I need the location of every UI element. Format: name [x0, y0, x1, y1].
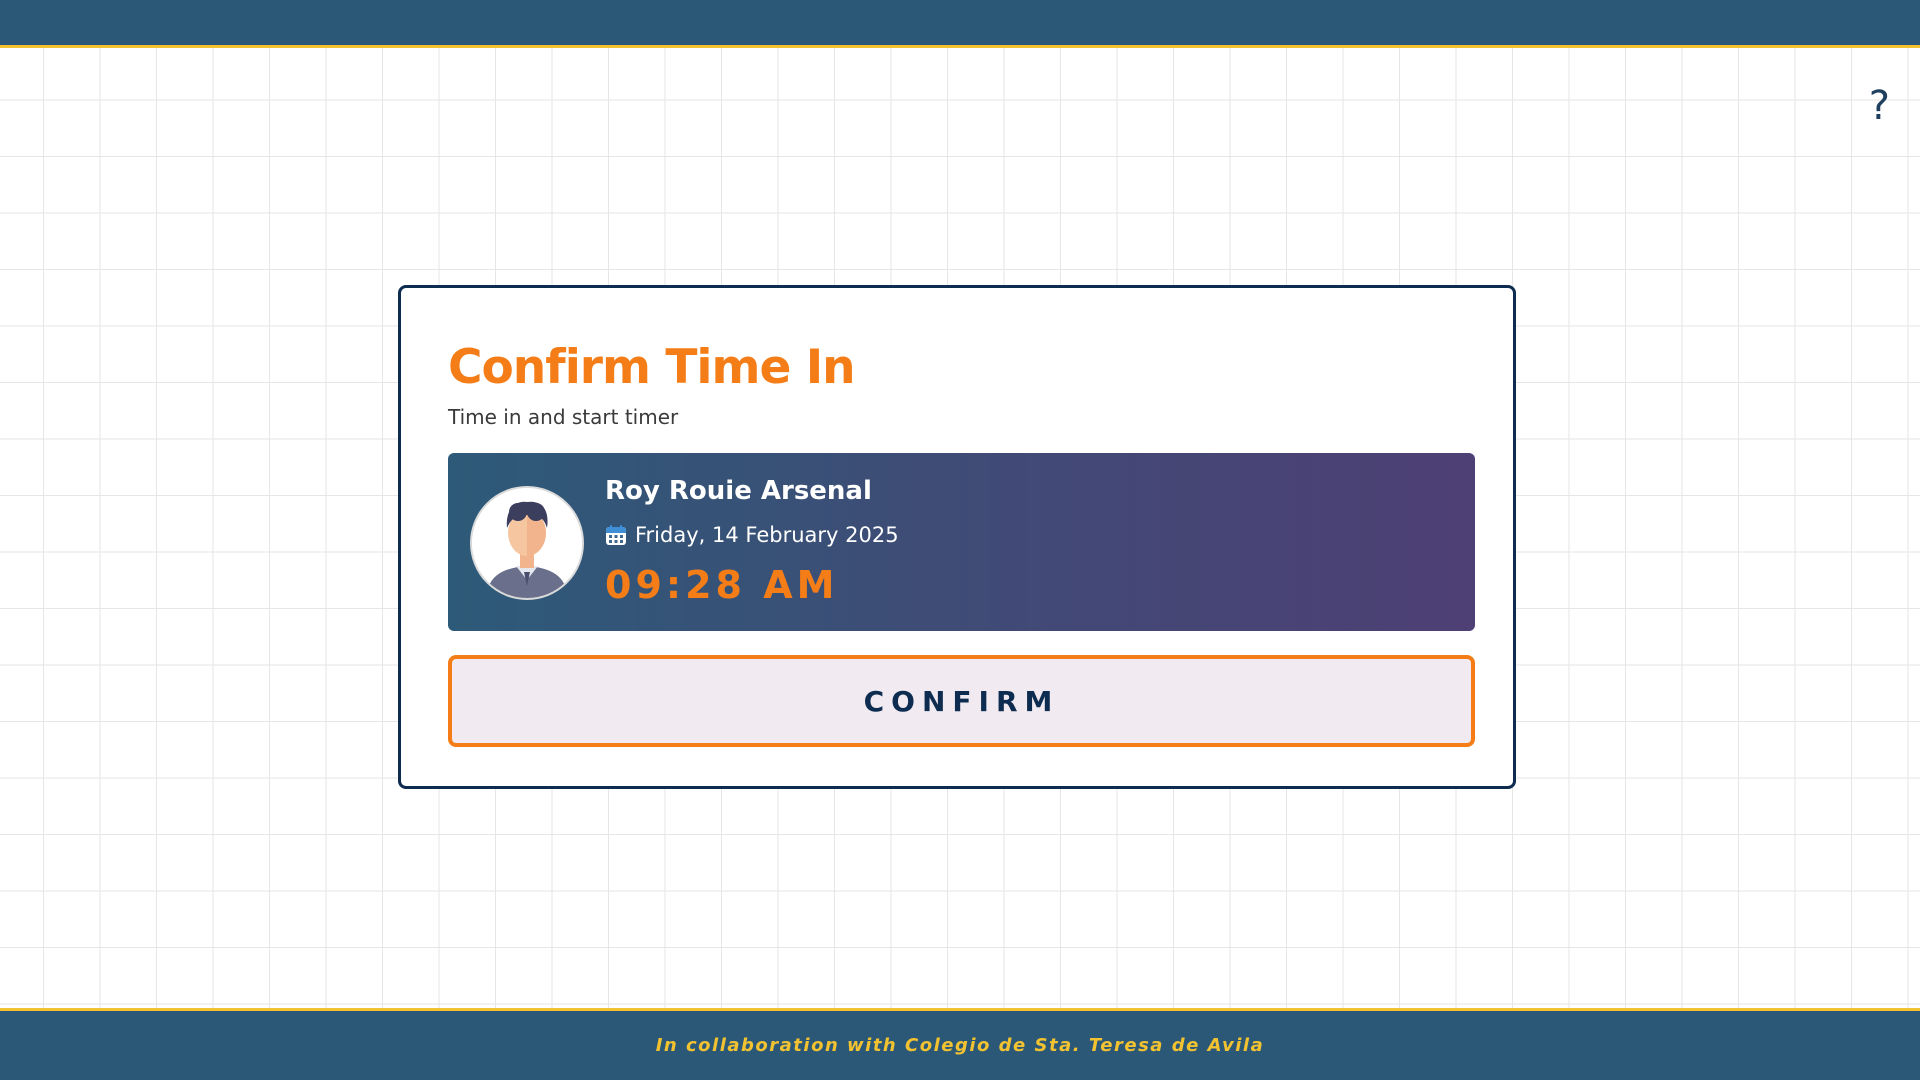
confirm-time-in-card: Confirm Time In Time in and start timer — [398, 285, 1516, 789]
card-title: Confirm Time In — [448, 340, 856, 395]
calendar-icon — [606, 525, 626, 545]
footer-text: In collaboration with Colegio de Sta. Te… — [655, 1035, 1265, 1056]
date-text: Friday, 14 February 2025 — [635, 523, 899, 547]
top-bar — [0, 0, 1920, 48]
help-button[interactable]: ? — [1869, 86, 1890, 126]
user-name: Roy Rouie Arsenal — [605, 476, 872, 506]
date-row: Friday, 14 February 2025 — [605, 523, 899, 547]
footer-bar: In collaboration with Colegio de Sta. Te… — [0, 1008, 1920, 1080]
user-avatar-icon — [470, 486, 584, 600]
confirm-button[interactable]: CONFIRM — [448, 655, 1475, 747]
user-info-panel: Roy Rouie Arsenal Friday, 14 February 20… — [448, 453, 1475, 631]
card-subtitle: Time in and start timer — [448, 405, 679, 429]
time-text: 09:28 AM — [605, 563, 839, 607]
